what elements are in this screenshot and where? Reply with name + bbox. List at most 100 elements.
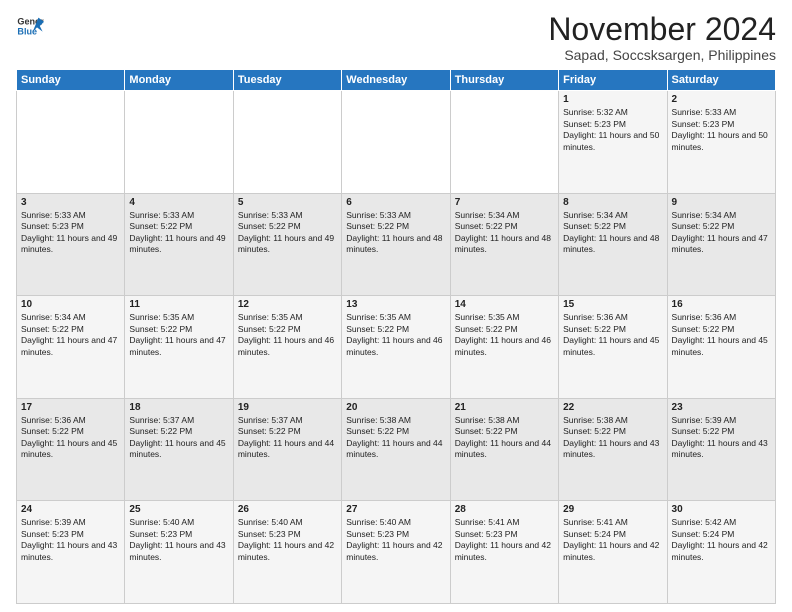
- day-number: 23: [672, 402, 771, 413]
- calendar-cell: 15Sunrise: 5:36 AMSunset: 5:22 PMDayligh…: [559, 296, 667, 399]
- logo-icon: General Blue: [16, 12, 44, 40]
- day-info-line: Sunset: 5:22 PM: [129, 324, 228, 335]
- day-info-line: Daylight: 11 hours and 48 minutes.: [563, 233, 662, 256]
- day-info-line: Daylight: 11 hours and 46 minutes.: [238, 335, 337, 358]
- day-number: 10: [21, 299, 120, 310]
- day-info-line: Sunset: 5:22 PM: [455, 324, 554, 335]
- day-number: 8: [563, 197, 662, 208]
- col-saturday: Saturday: [667, 70, 775, 91]
- day-number: 27: [346, 504, 445, 515]
- calendar-week-4: 24Sunrise: 5:39 AMSunset: 5:23 PMDayligh…: [17, 501, 776, 604]
- day-info-line: Sunrise: 5:41 AM: [455, 517, 554, 528]
- day-number: 22: [563, 402, 662, 413]
- calendar-cell: 2 Sunrise: 5:33 AMSunset: 5:23 PMDaylight…: [667, 91, 775, 194]
- col-wednesday: Wednesday: [342, 70, 450, 91]
- day-number: 19: [238, 402, 337, 413]
- day-info-line: Sunset: 5:23 PM: [346, 529, 445, 540]
- calendar-cell: 19Sunrise: 5:37 AMSunset: 5:22 PMDayligh…: [233, 398, 341, 501]
- calendar-cell: [450, 91, 558, 194]
- day-info-line: Sunrise: 5:37 AM: [129, 415, 228, 426]
- calendar-week-3: 17Sunrise: 5:36 AMSunset: 5:22 PMDayligh…: [17, 398, 776, 501]
- day-info-line: Sunset: 5:22 PM: [455, 221, 554, 232]
- day-info-line: Daylight: 11 hours and 43 minutes.: [21, 540, 120, 563]
- calendar-cell: 28Sunrise: 5:41 AMSunset: 5:23 PMDayligh…: [450, 501, 558, 604]
- calendar-cell: 27 Sunrise: 5:40 AMSunset: 5:23 PMDayligh…: [342, 501, 450, 604]
- page: General Blue November 2024 Sapad, Soccsk…: [0, 0, 792, 612]
- day-info-line: Sunrise: 5:32 AM: [563, 107, 662, 118]
- calendar-week-0: 1Sunrise: 5:32 AMSunset: 5:23 PMDaylight…: [17, 91, 776, 194]
- calendar-cell: 7Sunrise: 5:34 AMSunset: 5:22 PMDaylight…: [450, 193, 558, 296]
- col-monday: Monday: [125, 70, 233, 91]
- day-info-line: Sunrise: 5:34 AM: [563, 210, 662, 221]
- day-info-line: Daylight: 11 hours and 42 minutes.: [563, 540, 662, 563]
- calendar-cell: [342, 91, 450, 194]
- day-info-line: Sunrise: 5:40 AM: [346, 517, 445, 528]
- day-info-line: Daylight: 11 hours and 43 minutes.: [672, 438, 771, 461]
- day-number: 18: [129, 402, 228, 413]
- day-info-line: Sunset: 5:22 PM: [672, 221, 771, 232]
- day-info-line: Sunset: 5:22 PM: [346, 324, 445, 335]
- day-info-line: Sunrise: 5:33 AM: [346, 210, 445, 221]
- day-info-line: Sunset: 5:22 PM: [21, 324, 120, 335]
- calendar-cell: 26Sunrise: 5:40 AMSunset: 5:23 PMDayligh…: [233, 501, 341, 604]
- calendar-cell: 1Sunrise: 5:32 AMSunset: 5:23 PMDaylight…: [559, 91, 667, 194]
- day-number: 5: [238, 197, 337, 208]
- day-number: 17: [21, 402, 120, 413]
- day-info-line: Daylight: 11 hours and 43 minutes.: [563, 438, 662, 461]
- day-number: 11: [129, 299, 228, 310]
- calendar-cell: 22Sunrise: 5:38 AMSunset: 5:22 PMDayligh…: [559, 398, 667, 501]
- day-info-line: Sunrise: 5:33 AM: [672, 107, 771, 118]
- day-number: 7: [455, 197, 554, 208]
- col-thursday: Thursday: [450, 70, 558, 91]
- calendar-cell: [233, 91, 341, 194]
- day-info-line: Sunrise: 5:36 AM: [21, 415, 120, 426]
- day-number: 4: [129, 197, 228, 208]
- calendar-cell: 11Sunrise: 5:35 AMSunset: 5:22 PMDayligh…: [125, 296, 233, 399]
- day-info-line: Sunset: 5:24 PM: [672, 529, 771, 540]
- logo: General Blue: [16, 12, 44, 40]
- day-info-line: Daylight: 11 hours and 50 minutes.: [672, 130, 771, 153]
- day-info-line: Sunset: 5:23 PM: [563, 119, 662, 130]
- day-info-line: Sunrise: 5:38 AM: [346, 415, 445, 426]
- day-info-line: Sunrise: 5:35 AM: [346, 312, 445, 323]
- day-info-line: Daylight: 11 hours and 47 minutes.: [672, 233, 771, 256]
- day-number: 29: [563, 504, 662, 515]
- day-info-line: Daylight: 11 hours and 42 minutes.: [455, 540, 554, 563]
- day-info-line: Sunset: 5:22 PM: [238, 324, 337, 335]
- col-tuesday: Tuesday: [233, 70, 341, 91]
- day-info-line: Sunset: 5:24 PM: [563, 529, 662, 540]
- day-number: 12: [238, 299, 337, 310]
- main-title: November 2024: [548, 12, 776, 47]
- day-info-line: Sunset: 5:22 PM: [346, 426, 445, 437]
- day-info-line: Sunrise: 5:34 AM: [455, 210, 554, 221]
- day-info-line: Sunset: 5:22 PM: [129, 426, 228, 437]
- day-info-line: Daylight: 11 hours and 42 minutes.: [238, 540, 337, 563]
- calendar-cell: 4Sunrise: 5:33 AMSunset: 5:22 PMDaylight…: [125, 193, 233, 296]
- day-info-line: Sunrise: 5:41 AM: [563, 517, 662, 528]
- day-info-line: Daylight: 11 hours and 42 minutes.: [346, 540, 445, 563]
- calendar-cell: [17, 91, 125, 194]
- calendar-table: Sunday Monday Tuesday Wednesday Thursday…: [16, 69, 776, 604]
- calendar-cell: 3Sunrise: 5:33 AMSunset: 5:23 PMDaylight…: [17, 193, 125, 296]
- day-number: 9: [672, 197, 771, 208]
- subtitle: Sapad, Soccsksargen, Philippines: [548, 47, 776, 63]
- day-number: 3: [21, 197, 120, 208]
- day-info-line: Sunset: 5:22 PM: [672, 426, 771, 437]
- day-info-line: Daylight: 11 hours and 49 minutes.: [21, 233, 120, 256]
- calendar-cell: 10Sunrise: 5:34 AMSunset: 5:22 PMDayligh…: [17, 296, 125, 399]
- calendar-cell: 18Sunrise: 5:37 AMSunset: 5:22 PMDayligh…: [125, 398, 233, 501]
- day-info-line: Sunrise: 5:35 AM: [455, 312, 554, 323]
- day-info-line: Sunset: 5:23 PM: [672, 119, 771, 130]
- day-info-line: Sunset: 5:22 PM: [238, 221, 337, 232]
- calendar-cell: 30Sunrise: 5:42 AMSunset: 5:24 PMDayligh…: [667, 501, 775, 604]
- day-info-line: Sunset: 5:22 PM: [563, 426, 662, 437]
- day-number: 21: [455, 402, 554, 413]
- calendar-cell: 5Sunrise: 5:33 AMSunset: 5:22 PMDaylight…: [233, 193, 341, 296]
- day-number: 2: [672, 94, 771, 105]
- day-info-line: Sunset: 5:22 PM: [563, 324, 662, 335]
- day-info-line: Sunrise: 5:33 AM: [21, 210, 120, 221]
- day-info-line: Sunrise: 5:35 AM: [238, 312, 337, 323]
- day-info-line: Daylight: 11 hours and 44 minutes.: [455, 438, 554, 461]
- day-info-line: Sunrise: 5:34 AM: [672, 210, 771, 221]
- day-info-line: Sunset: 5:23 PM: [238, 529, 337, 540]
